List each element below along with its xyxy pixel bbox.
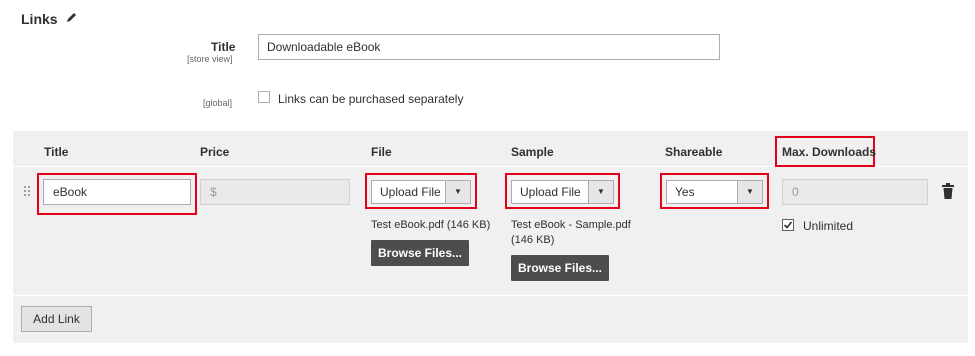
shareable-select[interactable]: Yes ▼ (666, 180, 763, 204)
file-browse-button[interactable]: Browse Files... (371, 240, 469, 266)
file-name: Test eBook.pdf (146 KB) (371, 219, 491, 231)
sample-type-value: Upload File (520, 185, 581, 199)
store-view-scope: [store view] (187, 54, 233, 64)
pencil-icon[interactable] (66, 11, 78, 26)
chevron-down-icon: ▼ (445, 181, 470, 203)
column-header-price: Price (200, 145, 230, 159)
price-input[interactable]: $ (200, 179, 350, 205)
column-header-sample: Sample (511, 145, 554, 159)
shareable-value: Yes (675, 185, 695, 199)
link-title-label: Title (211, 40, 236, 54)
sample-file-size: (146 KB) (511, 234, 555, 246)
add-link-button[interactable]: Add Link (21, 306, 92, 332)
column-header-title: Title (44, 145, 69, 159)
column-header-shareable: Shareable (665, 145, 723, 159)
purchased-separately-checkbox[interactable] (258, 91, 270, 103)
unlimited-checkbox[interactable] (782, 219, 794, 231)
column-header-max-downloads: Max. Downloads (782, 145, 877, 159)
grid-footer (13, 295, 968, 343)
checkmark-icon (783, 221, 793, 229)
links-title-input[interactable]: Downloadable eBook (258, 34, 720, 60)
unlimited-label: Unlimited (803, 219, 854, 233)
sample-type-select[interactable]: Upload File ▼ (511, 180, 614, 204)
sample-file-name: Test eBook - Sample.pdf (511, 219, 631, 231)
column-header-file: File (371, 145, 392, 159)
sample-browse-button[interactable]: Browse Files... (511, 255, 609, 281)
chevron-down-icon: ▼ (737, 181, 762, 203)
chevron-down-icon: ▼ (588, 181, 613, 203)
trash-icon[interactable] (942, 183, 954, 199)
link-title-input[interactable]: eBook (43, 179, 191, 205)
file-type-select[interactable]: Upload File ▼ (371, 180, 471, 204)
file-type-value: Upload File (380, 185, 441, 199)
drag-handle-icon[interactable] (24, 186, 32, 198)
section-title: Links (21, 11, 58, 27)
max-downloads-input[interactable]: 0 (782, 179, 928, 205)
global-scope: [global] (203, 98, 233, 108)
purchased-separately-label: Links can be purchased separately (278, 92, 464, 106)
